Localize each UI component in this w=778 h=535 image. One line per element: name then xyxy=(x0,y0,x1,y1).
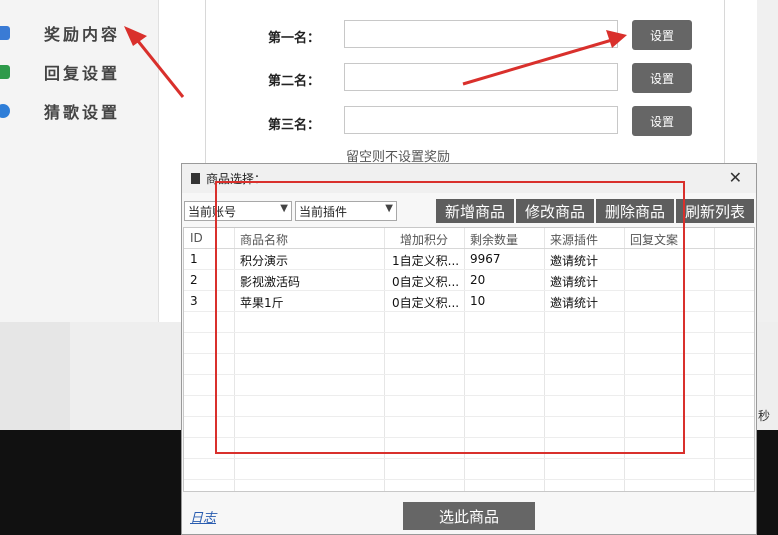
highlight-box xyxy=(215,181,685,454)
cell-id: 3 xyxy=(190,294,198,308)
cell-id: 1 xyxy=(190,252,198,266)
row-divider xyxy=(184,479,754,480)
cell-id: 2 xyxy=(190,273,198,287)
refresh-list-button[interactable]: 刷新列表 xyxy=(676,199,754,223)
select-product-button[interactable]: 选此商品 xyxy=(403,502,535,530)
row-divider xyxy=(184,458,754,459)
close-icon[interactable]: ✕ xyxy=(729,169,742,187)
column-header-id[interactable]: ID xyxy=(190,231,203,245)
arrow-to-set-button xyxy=(462,30,627,86)
app-icon xyxy=(191,173,200,184)
log-link[interactable]: 日志 xyxy=(190,507,216,526)
arrow-to-reward-content xyxy=(124,26,185,98)
